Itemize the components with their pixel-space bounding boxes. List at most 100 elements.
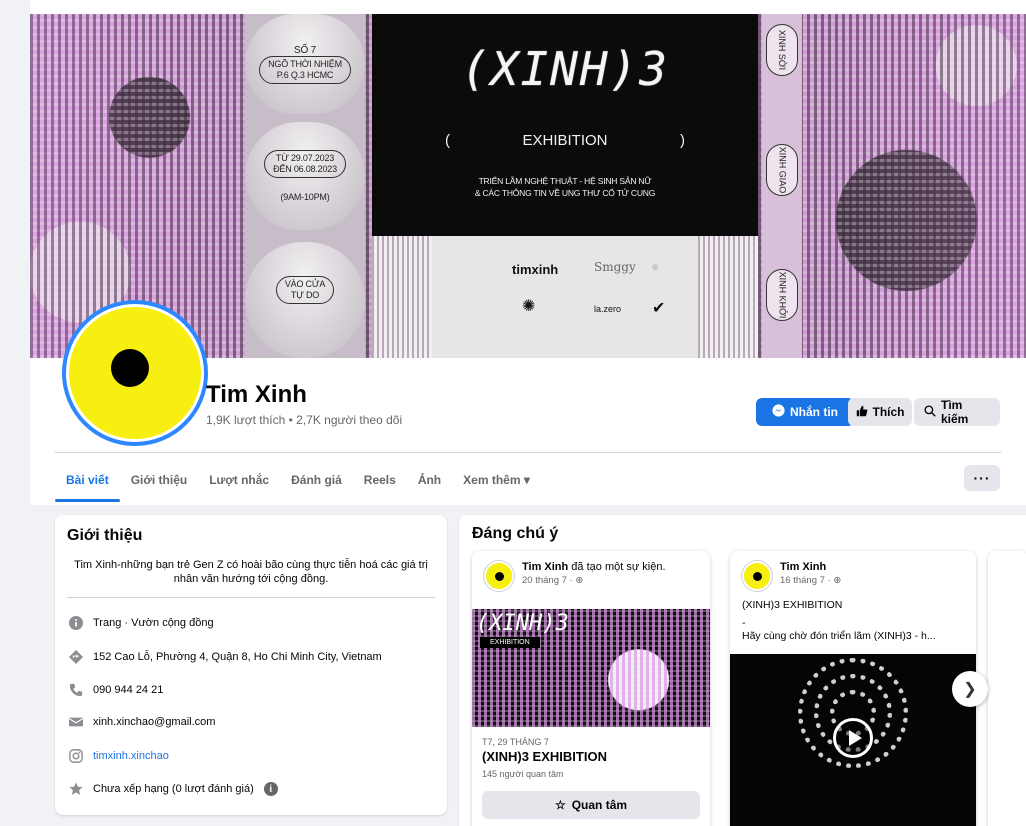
star-outline-icon: ☆ xyxy=(554,798,566,812)
info-instagram: timxinh.xinchao xyxy=(69,749,169,763)
card-author[interactable]: Tim Xinh đã tạo một sự kiện. xyxy=(522,561,666,573)
caret-down-icon: ▾ xyxy=(523,473,530,487)
star-icon xyxy=(69,782,83,796)
cover-text: ( xyxy=(445,132,450,149)
location-icon xyxy=(69,650,83,664)
email-icon xyxy=(69,715,83,729)
info-circle-icon xyxy=(69,616,83,630)
intro-card: Giới thiệu Tim Xinh-những bạn trẻ Gen Z … xyxy=(55,515,447,815)
featured-section: Đáng chú ý Tim Xinh đã tạo một sự kiện. … xyxy=(459,515,1026,826)
tab-reviews[interactable]: Đánh giá xyxy=(280,464,353,496)
chevron-right-icon: ❯ xyxy=(963,681,977,698)
event-image-subtitle: EXHIBITION xyxy=(480,637,540,648)
page-tabs: Bài viết Giới thiệu Lượt nhắc Đánh giá R… xyxy=(55,462,541,502)
sponsor-logo: la.zero xyxy=(594,304,622,314)
phone-icon xyxy=(69,683,83,697)
cover-text: ) xyxy=(679,132,685,149)
header-divider xyxy=(55,452,1001,453)
cover-title: (XINH)3 xyxy=(461,42,669,96)
thumbs-up-icon xyxy=(856,405,868,420)
event-interested-count: 145 người quan tâm xyxy=(482,769,564,779)
messenger-icon xyxy=(772,404,785,420)
event-title[interactable]: (XINH)3 EXHIBITION xyxy=(482,749,607,764)
info-address: 152 Cao Lỗ, Phường 4, Quận 8, Ho Chi Min… xyxy=(69,650,382,664)
info-instagram-link[interactable]: timxinh.xinchao xyxy=(93,750,169,762)
carousel-next-button[interactable]: ❯ xyxy=(952,671,988,707)
info-email-text[interactable]: xinh.xinchao@gmail.com xyxy=(93,716,215,728)
cover-exhibition: EXHIBITION xyxy=(522,132,608,149)
avatar[interactable] xyxy=(742,561,772,591)
cover-vtag: XINH GIAO xyxy=(766,144,798,196)
play-icon[interactable] xyxy=(833,718,873,758)
profile-picture[interactable] xyxy=(62,300,208,446)
tab-more[interactable]: Xem thêm ▾ xyxy=(452,464,541,496)
featured-card-partial[interactable] xyxy=(988,551,1026,826)
cover-text: TỪ 29.07.2023 xyxy=(275,153,335,163)
globe-icon: ⊕ xyxy=(833,575,842,586)
event-cover-image[interactable]: (XINH)3 EXHIBITION xyxy=(472,609,710,727)
message-button[interactable]: Nhắn tin xyxy=(756,398,854,426)
cover-text: (9AM-10PM) xyxy=(280,192,330,202)
like-button[interactable]: Thích xyxy=(848,398,912,426)
intro-divider xyxy=(67,597,435,598)
page-header: SỐ 7 NGÕ THỜI NHIỆM P.6 Q.3 HCMC TỪ 29.0… xyxy=(30,0,1026,505)
globe-icon: ⊕ xyxy=(575,575,584,586)
info-phone: 090 944 24 21 xyxy=(69,683,163,697)
cover-sponsor-panel: timxinh Smggy ◎ ✺ la.zero ✔ xyxy=(372,236,758,358)
search-button-label: Tìm kiếm xyxy=(941,398,969,426)
info-rating: Chưa xếp hạng (0 lượt đánh giá) i xyxy=(69,782,278,796)
tab-more-label: Xem thêm xyxy=(463,473,521,487)
instagram-icon xyxy=(69,749,83,763)
cover-pill-location: SỐ 7 NGÕ THỜI NHIỆM P.6 Q.3 HCMC xyxy=(245,14,365,114)
info-phone-text[interactable]: 090 944 24 21 xyxy=(93,684,163,696)
more-options-button[interactable]: ··· xyxy=(964,465,1000,491)
cover-vtag: XINH SỜI xyxy=(766,24,798,76)
message-button-label: Nhắn tin xyxy=(790,405,838,419)
featured-event-card[interactable]: Tim Xinh đã tạo một sự kiện. 20 tháng 7 … xyxy=(472,551,710,826)
cover-description: & CÁC THÔNG TIN VỀ UNG THƯ CỔ TỬ CUNG xyxy=(474,188,656,198)
tab-reels[interactable]: Reels xyxy=(353,464,407,496)
card-time[interactable]: 20 tháng 7 · ⊕ xyxy=(522,575,666,586)
stripe-decoration xyxy=(698,236,758,358)
search-button[interactable]: Tìm kiếm xyxy=(914,398,1000,426)
tab-posts[interactable]: Bài viết xyxy=(55,464,120,502)
info-category: Trang · Vườn cộng đồng xyxy=(69,616,214,630)
cover-text: VÀO CỬA xyxy=(284,279,326,289)
info-email: xinh.xinchao@gmail.com xyxy=(69,715,215,729)
featured-title: Đáng chú ý xyxy=(472,525,559,542)
info-icon[interactable]: i xyxy=(263,782,278,796)
cover-photo[interactable]: SỐ 7 NGÕ THỜI NHIỆM P.6 Q.3 HCMC TỪ 29.0… xyxy=(30,14,1026,358)
tab-about[interactable]: Giới thiệu xyxy=(120,464,199,496)
intro-bio: Tim Xinh-những bạn trẻ Gen Z có hoài bão… xyxy=(74,559,428,585)
sponsor-logo: ✺ xyxy=(522,298,536,315)
sponsor-logo: ✔ xyxy=(652,300,666,317)
cover-pill-date: TỪ 29.07.2023 ĐẾN 06.08.2023 (9AM-10PM) xyxy=(245,122,365,230)
info-address-text[interactable]: 152 Cao Lỗ, Phường 4, Quận 8, Ho Chi Min… xyxy=(93,651,382,663)
post-video[interactable] xyxy=(730,654,976,826)
info-rating-text: Chưa xếp hạng (0 lượt đánh giá) xyxy=(93,783,254,795)
post-text[interactable]: (XINH)3 EXHIBITION - Hãy cùng chờ đón tr… xyxy=(742,599,968,643)
cover-pill-entry: VÀO CỬA TỰ DO xyxy=(245,242,365,358)
event-date: T7, 29 THÁNG 7 xyxy=(482,737,549,747)
interested-button-label: Quan tâm xyxy=(571,798,628,812)
tab-photos[interactable]: Ảnh xyxy=(407,464,452,496)
sponsor-logo: Smggy xyxy=(594,260,636,274)
page-stats[interactable]: 1,9K lượt thích • 2,7K người theo dõi xyxy=(206,413,402,427)
avatar[interactable] xyxy=(484,561,514,591)
info-category-text: Trang · Vườn cộng đồng xyxy=(93,617,214,629)
sponsor-logo: ◎ xyxy=(652,264,659,271)
page-name[interactable]: Tim Xinh xyxy=(206,381,307,409)
stripe-decoration xyxy=(372,236,432,358)
like-button-label: Thích xyxy=(872,405,905,419)
card-author[interactable]: Tim Xinh xyxy=(780,561,841,573)
tab-mentions[interactable]: Lượt nhắc xyxy=(198,464,280,496)
interested-button[interactable]: ☆ Quan tâm xyxy=(482,791,700,819)
card-time[interactable]: 16 tháng 7 · ⊕ xyxy=(780,575,841,586)
card-header: Tim Xinh 16 tháng 7 · ⊕ xyxy=(742,561,841,591)
event-image-title: (XINH)3 xyxy=(476,611,569,636)
intro-title: Giới thiệu xyxy=(67,527,143,544)
cover-vtag: XINH KHỞI xyxy=(766,269,798,321)
cover-text: ĐẾN 06.08.2023 xyxy=(273,164,337,174)
featured-post-card[interactable]: Tim Xinh 16 tháng 7 · ⊕ (XINH)3 EXHIBITI… xyxy=(730,551,976,826)
cover-text: SỐ 7 xyxy=(294,44,316,56)
